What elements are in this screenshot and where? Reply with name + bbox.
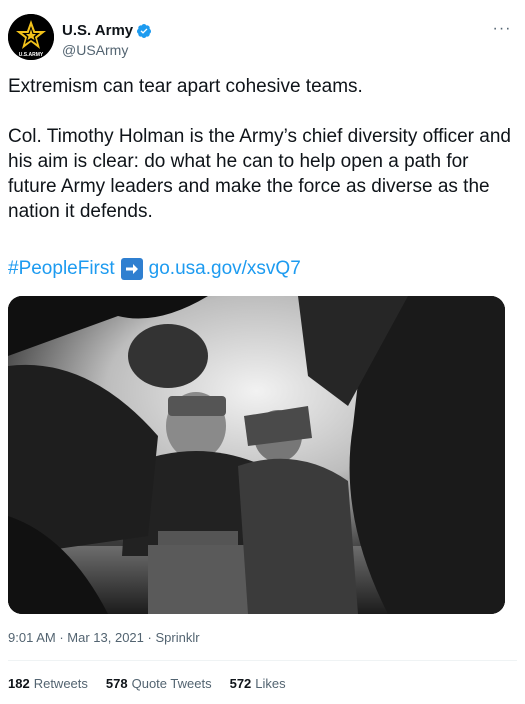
display-name[interactable]: U.S. Army [62, 22, 133, 39]
avatar[interactable]: U.S.ARMY [8, 14, 54, 60]
quote-count: 578 [105, 676, 128, 691]
likes-label: Likes [255, 676, 286, 691]
verified-badge-icon [137, 23, 152, 38]
avatar-text: U.S.ARMY [19, 52, 44, 58]
right-arrow-emoji-icon [120, 258, 143, 280]
hashtag-link[interactable]: #PeopleFirst [8, 258, 115, 280]
quote-tweets-stat[interactable]: 578 Quote Tweets [106, 676, 212, 691]
account-handle[interactable]: @USArmy [62, 42, 152, 58]
more-options-icon[interactable]: ··· [491, 18, 513, 40]
tweet-photo[interactable] [8, 296, 505, 614]
army-star-logo: U.S.ARMY [8, 14, 54, 60]
likes-count: 572 [229, 676, 252, 691]
divider [8, 660, 517, 661]
engagement-stats: 182 Retweets 578 Quote Tweets 572 Likes [8, 676, 286, 691]
tweet-source[interactable]: Sprinklr [155, 630, 199, 645]
tweet-header: U.S.ARMY U.S. Army @USArmy ··· [8, 8, 517, 64]
retweets-stat[interactable]: 182 Retweets [8, 676, 88, 691]
url-link[interactable]: go.usa.gov/xsvQ7 [149, 258, 301, 280]
display-name-row[interactable]: U.S. Army [62, 22, 152, 39]
likes-stat[interactable]: 572 Likes [230, 676, 286, 691]
account-names: U.S. Army @USArmy [62, 22, 152, 58]
tweet-time[interactable]: 9:01 AM [8, 630, 56, 645]
tweet-text: Extremism can tear apart cohesive teams.… [8, 76, 511, 222]
retweets-count: 182 [8, 676, 30, 691]
soldiers-huddle-image [8, 296, 505, 614]
retweets-label: Retweets [33, 676, 88, 691]
tweet-links: #PeopleFirst go.usa.gov/xsvQ7 [8, 258, 301, 280]
quote-label: Quote Tweets [131, 676, 212, 691]
tweet-card: U.S.ARMY U.S. Army @USArmy ··· Extremism… [0, 0, 525, 704]
tweet-date[interactable]: Mar 13, 2021 [67, 630, 144, 645]
tweet-meta: 9:01 AM · Mar 13, 2021 · Sprinklr [8, 630, 200, 645]
